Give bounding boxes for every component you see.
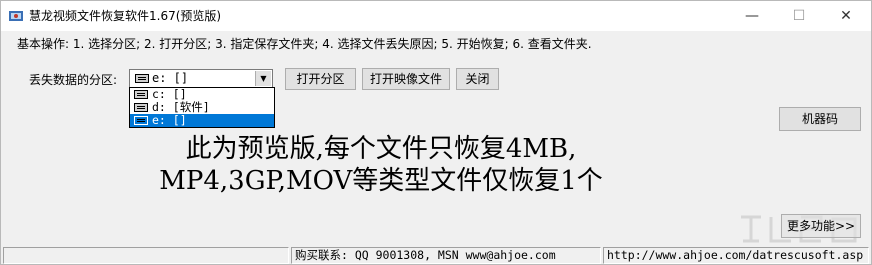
close-button[interactable]: 关闭: [456, 68, 499, 90]
title-bar: 慧龙视频文件恢复软件1.67(预览版) — ☐ ✕: [1, 1, 871, 31]
steps-instructions: 基本操作: 1. 选择分区; 2. 打开分区; 3. 指定保存文件夹; 4. 选…: [17, 37, 592, 51]
drive-label: 丢失数据的分区:: [29, 73, 118, 87]
open-partition-button[interactable]: 打开分区: [285, 68, 356, 90]
status-bar: 购买联系: QQ 9001308, MSN www@ahjoe.com http…: [1, 245, 871, 264]
preview-notice: 此为预览版,每个文件只恢复4MB, MP4,3GP,MOV等类型文件仅恢复1个: [101, 133, 661, 197]
open-image-button[interactable]: 打开映像文件: [362, 68, 450, 90]
notice-line-2: MP4,3GP,MOV等类型文件仅恢复1个: [159, 166, 603, 196]
notice-line-1: 此为预览版,每个文件只恢复4MB,: [185, 134, 577, 164]
minimize-button[interactable]: —: [729, 1, 775, 31]
drive-select[interactable]: e: [] ▼: [129, 69, 273, 88]
drive-dropdown-list: c: [] d: [软件] e: []: [129, 87, 275, 128]
app-window: 慧龙视频文件恢复软件1.67(预览版) — ☐ ✕ 基本操作: 1. 选择分区;…: [0, 0, 872, 265]
drive-option-e[interactable]: e: []: [130, 114, 274, 127]
close-window-button[interactable]: ✕: [823, 1, 869, 31]
machine-code-button[interactable]: 机器码: [779, 107, 861, 131]
drive-select-value: e: []: [152, 71, 189, 85]
maximize-button[interactable]: ☐: [776, 1, 822, 31]
window-title: 慧龙视频文件恢复软件1.67(预览版): [29, 9, 222, 23]
drive-icon: [134, 116, 148, 125]
status-panel-empty: [3, 247, 289, 264]
drive-icon: [134, 90, 148, 99]
contact-info: 购买联系: QQ 9001308, MSN www@ahjoe.com: [291, 247, 601, 264]
more-features-button[interactable]: 更多功能>>: [781, 214, 861, 238]
drive-icon: [135, 74, 149, 83]
app-icon: [9, 11, 23, 21]
drive-option-label: e: []: [152, 113, 187, 127]
drive-icon: [134, 103, 148, 112]
chevron-down-icon[interactable]: ▼: [255, 71, 271, 86]
website-url: http://www.ahjoe.com/datrescusoft.asp: [603, 247, 869, 264]
